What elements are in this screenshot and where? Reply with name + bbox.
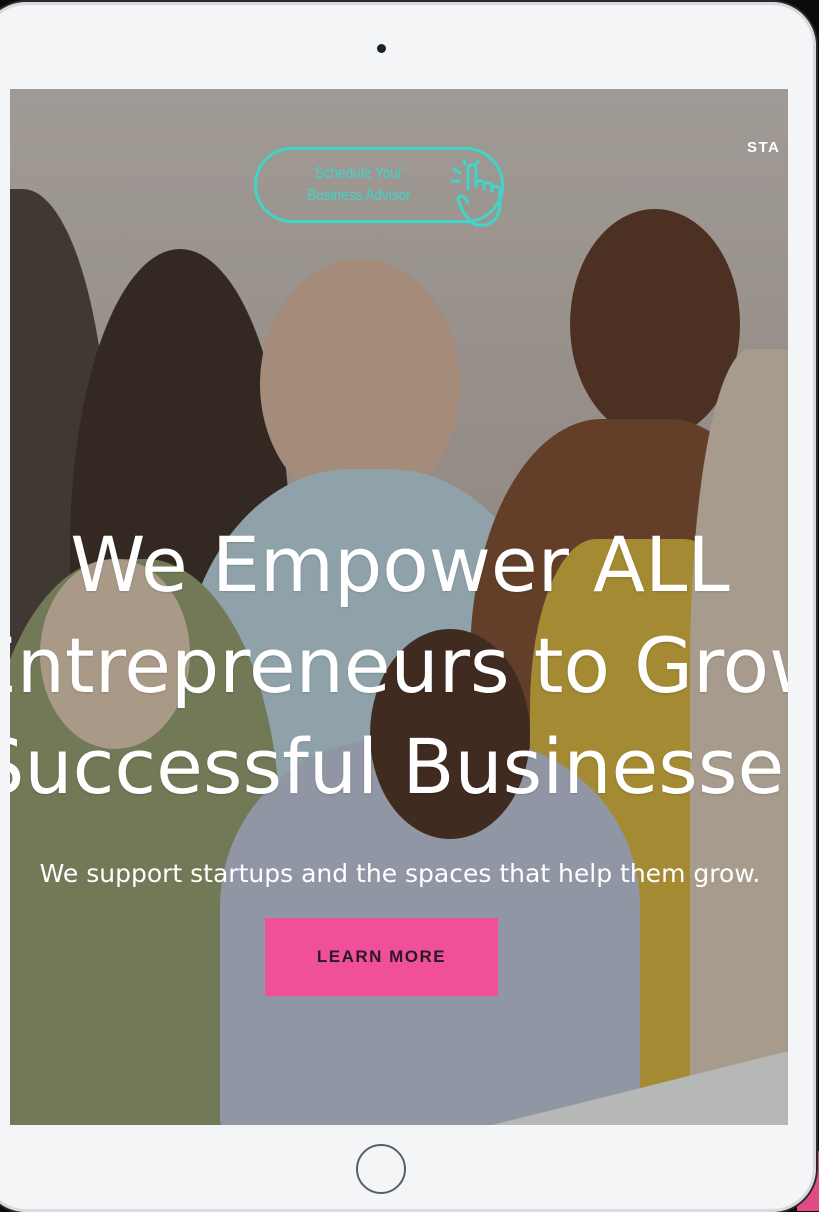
- hero-heading: We Empower ALL Entrepreneurs to Grow Suc…: [10, 514, 788, 817]
- schedule-label-line2: Business Advisor: [307, 187, 411, 204]
- pointing-hand-icon: [450, 159, 502, 227]
- home-button[interactable]: [356, 1144, 406, 1194]
- hero-heading-line: Successful Businesses: [10, 722, 788, 811]
- tablet-screen: STA Schedule Your Business Advisor We Em…: [10, 89, 788, 1125]
- camera-dot: [377, 44, 386, 53]
- schedule-label-line1: Schedule Your: [315, 165, 403, 182]
- hero-heading-line: Entrepreneurs to Grow: [10, 621, 788, 710]
- hero-subtitle: We support startups and the spaces that …: [39, 859, 761, 888]
- learn-more-button[interactable]: LEARN MORE: [265, 918, 498, 996]
- hero-heading-line: We Empower ALL: [70, 520, 730, 609]
- nav-link-partial[interactable]: STA: [747, 139, 780, 156]
